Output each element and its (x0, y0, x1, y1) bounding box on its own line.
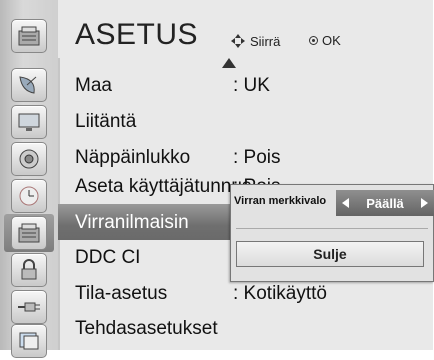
menu-item-country[interactable]: Maa : UK (58, 67, 433, 103)
menu-item-label: Virranilmaisin (75, 212, 189, 233)
category-audio[interactable] (4, 140, 54, 178)
power-indicator-popup: Virran merkkivalo Päällä Sulje (230, 184, 434, 282)
popup-label: Virran merkkivalo (234, 195, 327, 207)
menu-header: ASETUS Siirrä OK (58, 0, 434, 58)
selector-value: Päällä (366, 195, 404, 211)
category-setup[interactable] (4, 214, 54, 252)
menu-item-label: Näppäinlukko (75, 147, 191, 168)
arrow-right-icon[interactable] (421, 198, 428, 208)
menu-item-power-indicator[interactable]: Virranilmaisin (58, 204, 254, 240)
category-channel[interactable] (4, 66, 54, 104)
move-hint: Siirrä (230, 33, 280, 49)
divider (236, 228, 428, 229)
category-time[interactable] (4, 177, 54, 215)
menu-item-label: Liitäntä (75, 111, 137, 132)
lock-icon (11, 253, 47, 287)
menu-item-label: Tila-asetus (75, 283, 168, 304)
setup-category-header (4, 10, 54, 62)
menu-item-value: : Kotikäyttö (233, 283, 327, 304)
category-photo[interactable] (4, 322, 54, 360)
menu-item-label: Aseta käyttäjätunnus (75, 176, 252, 197)
photo-icon (11, 324, 47, 358)
setup-icon (11, 19, 47, 53)
monitor-icon (11, 105, 47, 139)
menu-item-value: : UK (233, 75, 270, 96)
category-picture[interactable] (4, 103, 54, 141)
move-hint-label: Siirrä (250, 33, 281, 49)
arrow-left-icon[interactable] (342, 198, 349, 208)
clock-icon (11, 179, 47, 213)
close-button[interactable]: Sulje (236, 241, 424, 267)
speaker-icon (11, 142, 47, 176)
ok-button-icon (309, 36, 318, 45)
input-plug-icon (11, 290, 47, 324)
menu-item-connection[interactable]: Liitäntä (58, 103, 433, 139)
setup-icon (11, 216, 47, 250)
menu-item-value: : Pois (233, 147, 281, 168)
page-title: ASETUS (75, 18, 199, 51)
satellite-dish-icon (11, 68, 47, 102)
ok-hint: OK (309, 33, 341, 48)
menu-item-label: DDC CI (75, 247, 141, 268)
menu-item-label: Maa (75, 75, 112, 96)
dpad-icon (231, 34, 245, 48)
ok-hint-label: OK (322, 33, 341, 48)
menu-item-factory-reset[interactable]: Tehdasasetukset (58, 310, 433, 346)
category-input[interactable] (4, 288, 54, 326)
category-lock[interactable] (4, 251, 54, 289)
category-icon-column (0, 0, 58, 358)
power-light-selector[interactable]: Päällä (336, 190, 434, 216)
menu-item-label: Tehdasasetukset (75, 318, 218, 339)
